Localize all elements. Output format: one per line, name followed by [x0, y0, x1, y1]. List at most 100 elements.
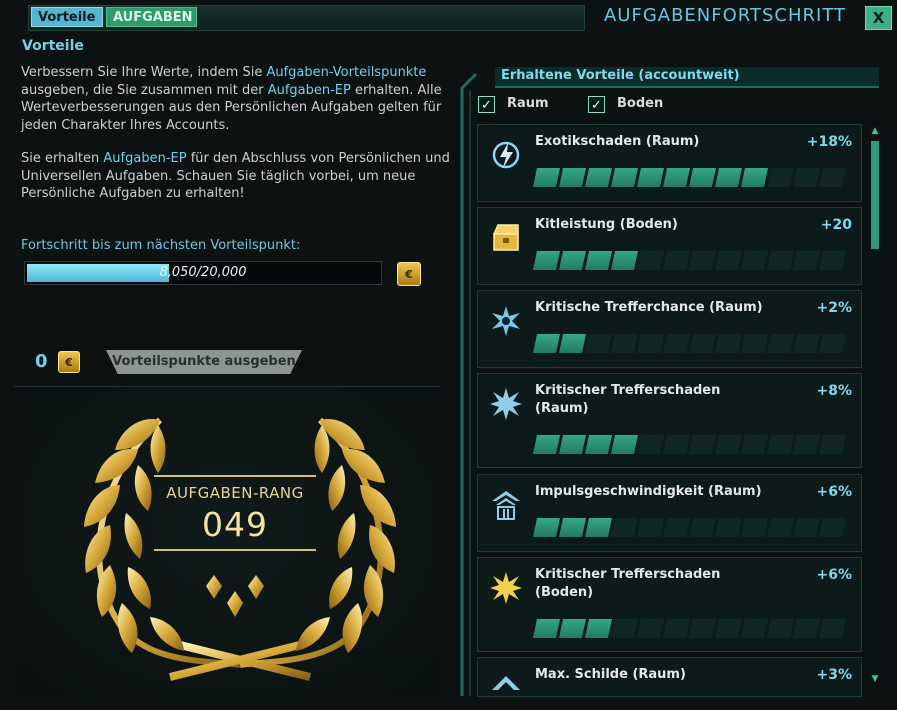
description: Verbessern Sie Ihre Werte, indem Sie Auf… — [21, 64, 451, 219]
progress-segment-filled — [610, 168, 639, 187]
progress-segment-empty — [636, 518, 665, 537]
progress-bar: 8,050/20,000 — [24, 261, 382, 285]
progress-segment-empty — [740, 518, 769, 537]
impulse-speed-icon — [488, 487, 524, 523]
progress-segment-filled — [584, 435, 613, 454]
checkbox-boden[interactable]: ✓ — [588, 96, 605, 113]
progress-segment-filled — [662, 168, 691, 187]
max-shields-icon — [488, 670, 524, 706]
progress-segment-filled — [532, 435, 561, 454]
progress-segment-empty — [662, 435, 691, 454]
perk-name: Max. Schilde (Raum) — [535, 667, 686, 682]
progress-segment-empty — [818, 435, 847, 454]
progress-segment-filled — [558, 251, 587, 270]
perk-value: +3% — [816, 667, 853, 683]
progress-segment-empty — [792, 251, 821, 270]
progress-segment-filled — [532, 168, 561, 187]
desc-text: Sie erhalten — [21, 151, 104, 166]
checkbox-boden-label: Boden — [617, 96, 664, 111]
progress-segment-filled — [532, 334, 561, 353]
progress-segment-empty — [610, 619, 639, 638]
progress-segment-empty — [662, 334, 691, 353]
progress-segment-empty — [662, 619, 691, 638]
perk-card[interactable]: Kritischer Trefferschaden (Boden) +6% — [477, 557, 862, 652]
progress-segment-filled — [610, 435, 639, 454]
desc-text: ausgeben, die Sie zusammen mit der — [21, 82, 268, 98]
progress-segment-empty — [766, 168, 795, 187]
progress-segment-empty — [766, 619, 795, 638]
progress-label: Fortschritt bis zum nächsten Vorteilspun… — [21, 238, 301, 253]
perk-value: +8% — [816, 383, 853, 399]
close-button[interactable]: X — [865, 6, 892, 30]
progress-segment-filled — [558, 435, 587, 454]
scroll-down-icon[interactable]: ▼ — [869, 674, 881, 686]
checkbox-raum-label: Raum — [507, 96, 549, 111]
perk-progress — [532, 334, 847, 353]
progress-segment-filled — [558, 619, 587, 638]
link-aufgaben-ep: Aufgaben-EP — [267, 82, 351, 98]
tab-aufgaben[interactable]: AUFGABEN — [106, 7, 197, 27]
progress-segment-empty — [740, 334, 769, 353]
perk-name: Kritische Trefferchance (Raum) — [535, 300, 763, 315]
exotic-damage-icon — [488, 137, 524, 173]
progress-segment-empty — [792, 168, 821, 187]
crit-chance-icon — [488, 303, 524, 339]
rank-value: 049 — [202, 505, 268, 544]
perk-name: Kritischer Trefferschaden (Boden) — [535, 567, 721, 600]
progress-text: 8,050/20,000 — [159, 265, 247, 280]
progress-segment-filled — [584, 251, 613, 270]
description-paragraph-1: Verbessern Sie Ihre Werte, indem Sie Auf… — [21, 64, 451, 134]
perk-value: +6% — [816, 567, 853, 583]
progress-segment-filled — [636, 168, 665, 187]
perk-progress — [532, 168, 847, 187]
available-points: 0 — [35, 351, 48, 372]
progress-segment-empty — [792, 518, 821, 537]
perk-progress — [532, 518, 847, 537]
progress-segment-empty — [636, 334, 665, 353]
rank-divider-top — [154, 475, 316, 477]
progress-segment-empty — [818, 251, 847, 270]
perk-card[interactable]: Impulsgeschwindigkeit (Raum) +6% — [477, 474, 862, 552]
perk-progress — [532, 435, 847, 454]
progress-segment-filled — [558, 518, 587, 537]
perk-value: +18% — [806, 134, 852, 150]
perk-value: +6% — [816, 484, 853, 500]
perk-card[interactable]: Kritischer Trefferschaden (Raum) +8% — [477, 373, 862, 468]
scroll-up-icon[interactable]: ▲ — [869, 126, 881, 138]
link-aufgaben-ep: Aufgaben-EP — [103, 151, 187, 166]
progress-segment-empty — [714, 251, 743, 270]
perk-name: Kritischer Trefferschaden (Raum) — [535, 383, 721, 416]
progress-segment-empty — [766, 435, 795, 454]
progress-segment-empty — [818, 518, 847, 537]
spend-points-button[interactable]: Vorteilspunkte ausgeben — [106, 350, 302, 374]
progress-segment-empty — [818, 334, 847, 353]
progress-segment-filled — [688, 168, 717, 187]
perk-card[interactable]: Exotikschaden (Raum) +18% — [477, 124, 862, 202]
progress-segment-filled — [740, 168, 769, 187]
progress-segment-empty — [636, 619, 665, 638]
progress-segment-filled — [558, 168, 587, 187]
progress-segment-empty — [740, 251, 769, 270]
desc-text: Verbessern Sie Ihre Werte, indem Sie — [21, 65, 267, 80]
progress-segment-empty — [688, 334, 717, 353]
progress-segment-filled — [532, 251, 561, 270]
progress-segment-empty — [792, 619, 821, 638]
perk-card[interactable]: Kritische Trefferchance (Raum) +2% — [477, 290, 862, 368]
progress-segment-empty — [636, 435, 665, 454]
progress-segment-empty — [662, 518, 691, 537]
perk-card[interactable]: Kitleistung (Boden) +20 — [477, 207, 862, 285]
link-vorteilspunkte: Aufgaben-Vorteilspunkte — [266, 65, 427, 80]
panel-frame — [460, 72, 478, 696]
perk-progress — [532, 619, 847, 638]
perk-card[interactable]: Max. Schilde (Raum) +3% — [477, 657, 862, 697]
perk-progress — [532, 251, 847, 270]
checkbox-raum[interactable]: ✓ — [478, 96, 495, 113]
progress-segment-empty — [688, 518, 717, 537]
description-paragraph-2: Sie erhalten Aufgaben-EP für den Abschlu… — [21, 150, 451, 203]
progress-segment-empty — [610, 334, 639, 353]
scrollbar-thumb[interactable] — [871, 141, 879, 249]
rank-label: AUFGABEN-RANG — [166, 484, 304, 502]
progress-segment-filled — [532, 619, 561, 638]
progress-segment-empty — [688, 251, 717, 270]
tab-vorteile[interactable]: Vorteile — [31, 7, 103, 27]
